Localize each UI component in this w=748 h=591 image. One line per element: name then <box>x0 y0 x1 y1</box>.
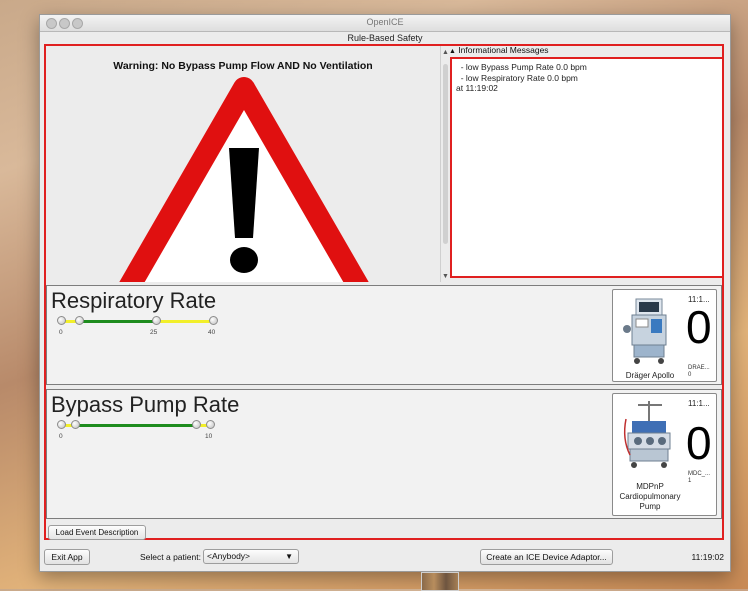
select-patient-label: Select a patient: <box>140 552 201 562</box>
warning-triangle-icon <box>119 77 369 282</box>
device-instance: 0 <box>688 372 692 378</box>
openice-window: OpenICE Rule-Based Safety Warning: No By… <box>39 14 731 572</box>
slider-knob[interactable] <box>152 316 161 325</box>
slider-knob[interactable] <box>71 420 80 429</box>
slider-knob[interactable] <box>75 316 84 325</box>
create-device-adaptor-button[interactable]: Create an ICE Device Adaptor... <box>480 549 613 565</box>
slider-knob[interactable] <box>57 316 66 325</box>
info-messages-box[interactable]: - low Bypass Pump Rate 0.0 bpm - low Res… <box>450 57 724 278</box>
dock-thumbnail[interactable] <box>421 572 459 591</box>
device-code: MDC_... <box>688 471 711 477</box>
device-instance: 1 <box>688 478 692 484</box>
panel-title: Respiratory Rate <box>51 288 217 313</box>
device-code: DRAE... <box>688 365 710 371</box>
scroll-down-icon[interactable]: ▼ <box>442 273 449 280</box>
slider-tick: 0 <box>59 329 63 336</box>
slider-tick: 10 <box>205 433 213 440</box>
scroll-thumb[interactable] <box>443 64 448 244</box>
window-title: OpenICE <box>366 17 404 27</box>
slider-knob[interactable] <box>209 316 218 325</box>
exit-app-button[interactable]: Exit App <box>44 549 90 565</box>
bypass-pump-rate-slider[interactable] <box>57 420 217 430</box>
collapse-icon[interactable]: ▲ <box>449 48 456 55</box>
info-line: at 11:19:02 <box>456 83 498 93</box>
panel-title: Bypass Pump Rate <box>51 392 240 417</box>
device-name: Dräger Apollo <box>625 371 675 380</box>
device-name: MDPnP Cardiopulmonary Pump <box>619 482 681 511</box>
scroll-up-icon[interactable]: ▲ <box>442 49 449 56</box>
device-card-cardiopulmonary-pump[interactable]: 11:1... 0 MDC_... 1 MDPnP Cardiopulmonar… <box>612 393 717 516</box>
bypass-pump-icon <box>623 401 671 468</box>
chevron-down-icon: ▼ <box>285 552 293 561</box>
device-value: 0 <box>686 417 712 469</box>
info-line: - low Bypass Pump Rate 0.0 bpm <box>456 62 587 72</box>
respiratory-rate-panel: Respiratory Rate 0 25 40 11:1... 0 DRAE.… <box>46 285 722 385</box>
warning-area: Warning: No Bypass Pump Flow AND No Vent… <box>46 46 440 282</box>
app-subtitle: Rule-Based Safety <box>347 33 423 43</box>
anesthesia-machine-icon <box>623 298 667 364</box>
title-bar[interactable]: OpenICE <box>40 15 730 32</box>
device-value: 0 <box>686 301 712 353</box>
slider-tick: 0 <box>59 433 63 440</box>
slider-knob[interactable] <box>206 420 215 429</box>
respiratory-rate-slider[interactable] <box>57 316 218 326</box>
bottom-bar: Exit App Select a patient: <Anybody> ▼ C… <box>40 544 730 570</box>
clock: 11:19:02 <box>691 552 724 562</box>
load-event-description-button[interactable]: Load Event Description <box>48 525 146 540</box>
info-messages-label: ▲ Informational Messages <box>449 45 549 55</box>
slider-tick: 40 <box>208 329 216 336</box>
patient-select-value: <Anybody> <box>207 551 251 561</box>
bypass-pump-rate-panel: Bypass Pump Rate 0 10 11:1... 0 MDC_... … <box>46 389 722 519</box>
slider-tick: 25 <box>150 329 158 336</box>
warning-text: Warning: No Bypass Pump Flow AND No Vent… <box>113 60 373 72</box>
info-line: - low Respiratory Rate 0.0 bpm <box>456 72 578 83</box>
device-time: 11:1... <box>688 399 710 408</box>
slider-knob[interactable] <box>192 420 201 429</box>
device-card-drager-apollo[interactable]: 11:1... 0 DRAE... 0 Dräger Apollo <box>612 289 717 382</box>
info-messages-label-text: Informational Messages <box>458 45 549 55</box>
patient-select[interactable]: <Anybody> ▼ <box>203 549 299 564</box>
slider-knob[interactable] <box>57 420 66 429</box>
